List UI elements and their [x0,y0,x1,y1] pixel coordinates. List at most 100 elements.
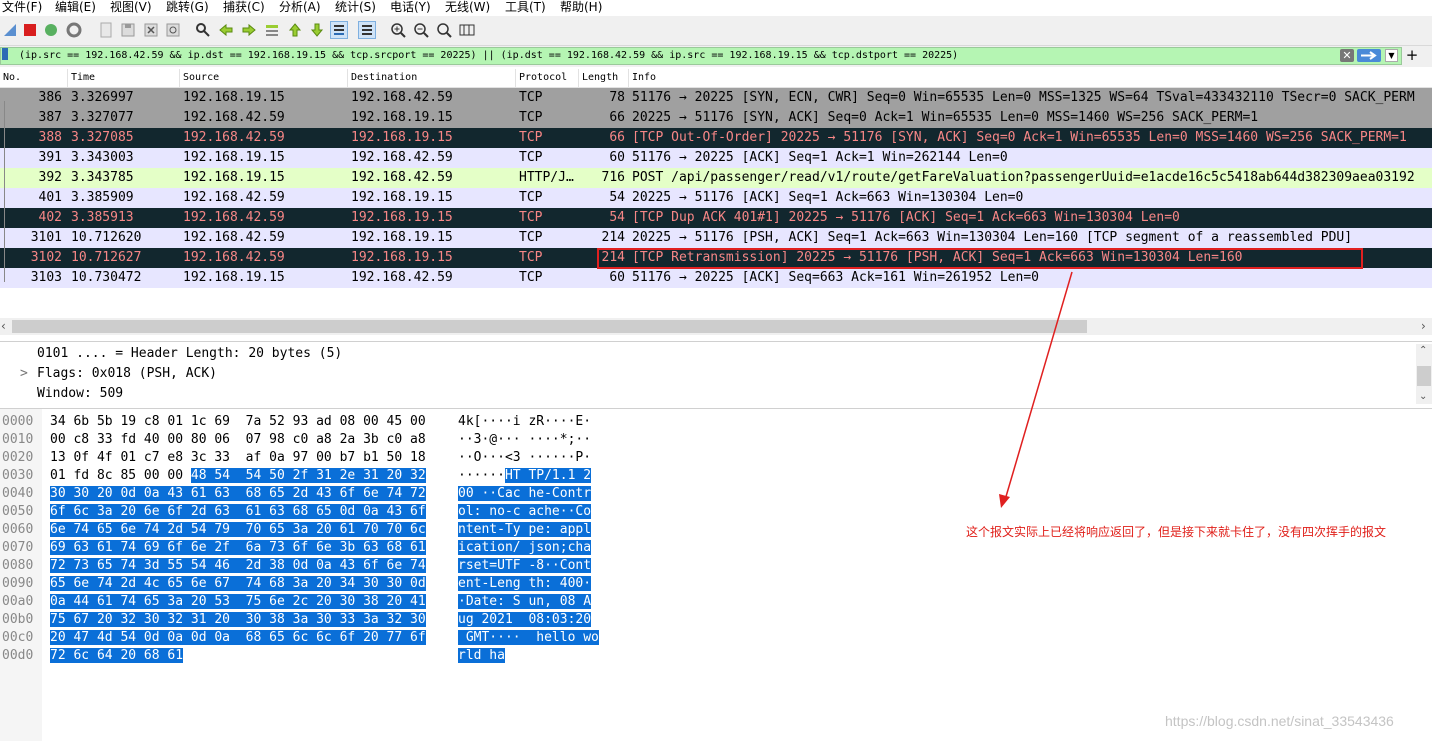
zoom-out-icon[interactable] [412,21,430,39]
detail-line[interactable]: Window: 509 [37,384,123,404]
packet-row[interactable]: 391 3.343003 192.168.19.15 192.168.42.59 TCP… [0,148,1432,168]
menu-wireless[interactable]: 无线(W) [445,0,490,16]
hex-bytes[interactable]: 65 6e 74 2d 4c 65 6e 67 74 68 3a 20 34 3… [50,575,426,593]
ascii-bytes[interactable]: 00 ··Cac he-Contr [458,485,592,503]
ascii-bytes[interactable]: rset=UTF -8··Cont [458,557,592,575]
chevron-down-icon[interactable]: ▼ [1385,49,1398,62]
hex-bytes[interactable]: 34 6b 5b 19 c8 01 1c 69 7a 52 93 ad 08 0… [50,413,426,431]
column-header-no[interactable]: No. [0,69,68,87]
hex-bytes[interactable]: 6e 74 65 6e 74 2d 54 79 70 65 3a 20 61 7… [50,521,426,539]
stop-capture-icon[interactable] [21,21,39,39]
display-filter-input[interactable]: (ip.src == 192.168.42.59 && ip.dst == 19… [0,47,1402,65]
menu-edit[interactable]: 编辑(E) [55,0,96,16]
go-first-icon[interactable] [286,21,304,39]
ascii-bytes[interactable]: ······HT TP/1.1 2 [458,467,592,485]
find-packet-icon[interactable] [194,21,212,39]
cell-no: 391 [38,150,62,165]
menu-help[interactable]: 帮助(H) [560,0,602,16]
menu-capture[interactable]: 捕获(C) [223,0,265,16]
apply-filter-icon[interactable] [1357,49,1381,62]
packet-row[interactable]: 402 3.385913 192.168.42.59 192.168.19.15 TCP… [0,208,1432,228]
scroll-left-icon[interactable]: ‹ [1,318,6,335]
go-back-icon[interactable] [217,21,235,39]
ascii-bytes[interactable]: 4k[····i zR····E· [458,413,591,431]
packet-row[interactable]: 386 3.326997 192.168.19.15 192.168.42.59 TCP… [0,88,1432,108]
ascii-bytes[interactable]: GMT···· hello wo [458,629,599,647]
column-header-length[interactable]: Length [579,69,629,87]
packet-row[interactable]: 392 3.343785 192.168.19.15 192.168.42.59 HTT… [0,168,1432,188]
column-header-source[interactable]: Source [180,69,348,87]
scrollbar-thumb[interactable] [1417,366,1431,386]
menu-file[interactable]: 文件(F) [2,0,42,16]
hex-bytes[interactable]: 00 c8 33 fd 40 00 80 06 07 98 c0 a8 2a 3… [50,431,426,449]
resize-columns-icon[interactable] [458,21,476,39]
clear-filter-icon[interactable]: ✕ [1340,49,1354,62]
ascii-bytes[interactable]: ·Date: S un, 08 A [458,593,592,611]
save-file-icon[interactable] [119,21,137,39]
add-filter-button-icon[interactable]: + [1405,47,1419,63]
cell-length: 716 [601,170,625,185]
details-scrollbar[interactable]: ⌃ ⌄ [1416,344,1432,404]
close-file-icon[interactable] [142,21,160,39]
packet-row[interactable]: 3103 10.730472 192.168.19.15 192.168.42.59 T… [0,268,1432,288]
hex-bytes[interactable]: 0a 44 61 74 65 3a 20 53 75 6e 2c 20 30 3… [50,593,426,611]
hex-bytes[interactable]: 69 63 61 74 69 6f 6e 2f 6a 73 6f 6e 3b 6… [50,539,426,557]
packet-row[interactable]: 401 3.385909 192.168.42.59 192.168.19.15 TCP… [0,188,1432,208]
go-forward-icon[interactable] [240,21,258,39]
hex-bytes[interactable]: 20 47 4d 54 0d 0a 0d 0a 68 65 6c 6c 6f 2… [50,629,426,647]
byte-offset: 00b0 [2,612,34,627]
scrollbar-thumb[interactable] [12,320,1087,333]
autoscroll-icon[interactable] [330,21,348,39]
menu-telephony[interactable]: 电话(Y) [390,0,431,16]
scroll-down-icon[interactable]: ⌄ [1419,388,1427,405]
ascii-bytes[interactable]: ug 2021 08:03:20 [458,611,592,629]
hex-bytes[interactable]: 6f 6c 3a 20 6e 6f 2d 63 61 63 68 65 0d 0… [50,503,426,521]
bookmark-icon[interactable] [2,48,8,60]
detail-text: 0101 .... = Header Length: 20 bytes (5) [37,346,343,361]
hex-bytes[interactable]: 75 67 20 32 30 32 31 20 30 38 3a 30 33 3… [50,611,426,629]
detail-line[interactable]: 0101 .... = Header Length: 20 bytes (5) [37,344,342,364]
hex-bytes[interactable]: 30 30 20 0d 0a 43 61 63 68 65 2d 43 6f 6… [50,485,426,503]
capture-options-icon[interactable] [65,21,83,39]
go-last-icon[interactable] [308,21,326,39]
colorize-icon[interactable] [358,21,376,39]
zoom-normal-icon[interactable] [435,21,453,39]
ascii-bytes[interactable]: ication/ json;cha [458,539,592,557]
reload-file-icon[interactable] [164,21,182,39]
menu-analyze[interactable]: 分析(A) [279,0,321,16]
restart-capture-icon[interactable] [42,21,60,39]
detail-line-expandable[interactable]: > Flags: 0x018 (PSH, ACK) [20,364,217,384]
hex-bytes[interactable]: 13 0f 4f 01 c7 e8 3c 33 af 0a 97 00 b7 b… [50,449,426,467]
chevron-right-icon[interactable]: > [20,364,37,384]
column-header-protocol[interactable]: Protocol [516,69,579,87]
hex-bytes[interactable]: 72 6c 64 20 68 61 [50,647,184,665]
go-to-packet-icon[interactable] [263,21,281,39]
ascii-bytes[interactable]: ol: no-c ache··Co [458,503,592,521]
open-file-icon[interactable] [97,21,115,39]
zoom-in-icon[interactable] [389,21,407,39]
column-header-info[interactable]: Info [629,69,1432,87]
ascii-bytes[interactable]: ··O···<3 ······P· [458,449,591,467]
hex-bytes[interactable]: 72 73 65 74 3d 55 54 46 2d 38 0d 0a 43 6… [50,557,426,575]
column-header-time[interactable]: Time [68,69,180,87]
menu-go[interactable]: 跳转(G) [166,0,209,16]
ascii-bytes[interactable]: rld ha [458,647,505,665]
byte-offset: 0070 [2,540,34,555]
shark-fin-icon[interactable] [2,21,20,39]
packet-list-scrollbar[interactable]: ‹ › [0,318,1432,335]
cell-no: 386 [38,90,62,105]
scroll-up-icon[interactable]: ⌃ [1419,342,1427,359]
menu-tools[interactable]: 工具(T) [505,0,546,16]
column-header-destination[interactable]: Destination [348,69,516,87]
ascii-bytes[interactable]: ent-Leng th: 400· [458,575,592,593]
packet-row[interactable]: 387 3.327077 192.168.42.59 192.168.19.15 TCP… [0,108,1432,128]
scroll-right-icon[interactable]: › [1421,318,1426,335]
packet-row[interactable]: 388 3.327085 192.168.42.59 192.168.19.15 TCP… [0,128,1432,148]
ascii-bytes[interactable]: ··3·@··· ····*;·· [458,431,591,449]
menu-view[interactable]: 视图(V) [110,0,152,16]
packet-row[interactable]: 3101 10.712620 192.168.42.59 192.168.19.15 T… [0,228,1432,248]
menu-statistics[interactable]: 统计(S) [335,0,376,16]
hex-bytes[interactable]: 01 fd 8c 85 00 00 48 54 54 50 2f 31 2e 3… [50,467,426,485]
bytes-text: 34 6b 5b 19 c8 01 1c 69 7a 52 93 ad 08 0… [50,414,426,429]
ascii-bytes[interactable]: ntent-Ty pe: appl [458,521,592,539]
